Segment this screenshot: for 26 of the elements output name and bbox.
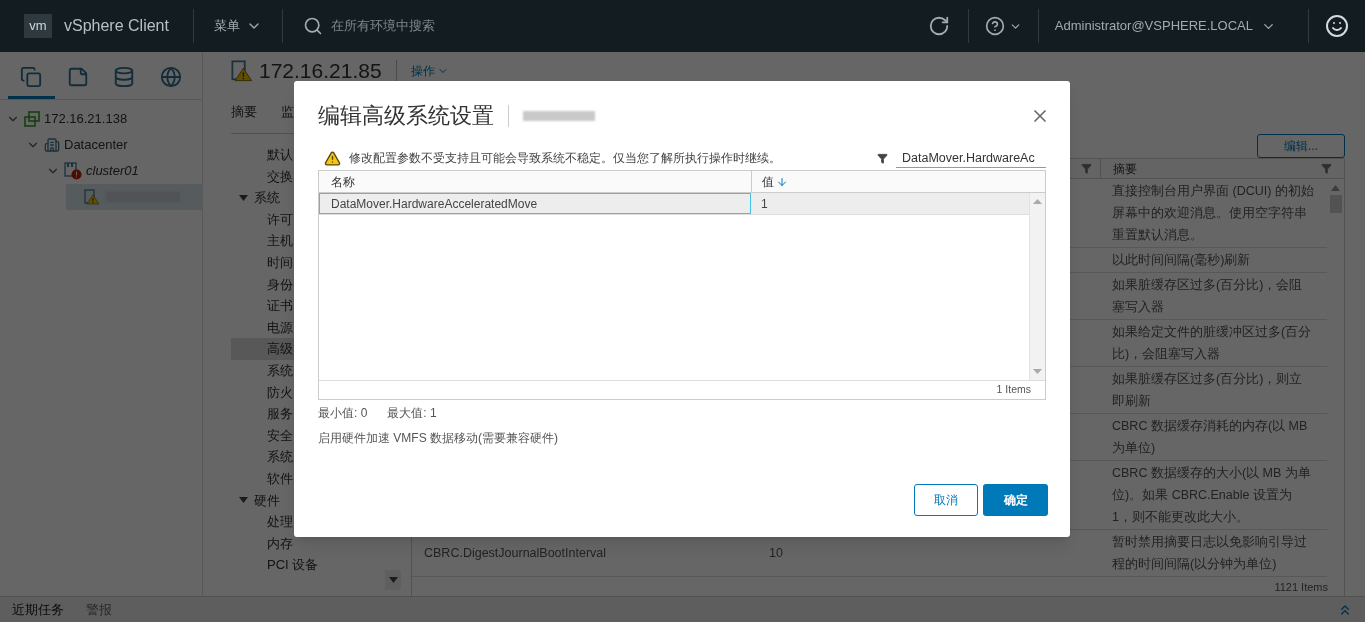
tree-label: Datacenter [64, 136, 128, 155]
max-value: 最大值: 1 [387, 405, 437, 422]
warning-text: 修改配置参数不受支持且可能会导致系统不稳定。仅当您了解所执行操作时继续。 [349, 150, 781, 167]
table-cell-text: 以此时间间隔(毫秒)刷新 [1111, 252, 1252, 269]
table-cell-text: 直接控制台用户界面 (DCUI) 的初始屏幕中的欢迎消息。使用空字符串重置默认消息。 [1111, 183, 1315, 244]
tree-label: 172.16.21.138 [44, 110, 128, 129]
grid-cell-text: 1 [760, 195, 769, 213]
dialog-title: 编辑高级系统设置 [318, 102, 494, 130]
settings-group-label: 系统 [254, 191, 280, 205]
app-name: vSphere Client [64, 16, 169, 36]
table-cell-text: 10 [769, 544, 783, 562]
object-title: 172.16.21.85 [259, 58, 382, 85]
item-count: 1 Items [996, 382, 1031, 398]
tree-label: cluster01 [86, 162, 139, 181]
table-cell-text: 暂时禁用摘要日志以免影响引导过程的时间间隔(以分钟为单位) [1111, 534, 1308, 573]
settings-group-label: 硬件 [254, 493, 280, 507]
table-cell-text: 如果给定文件的脏缓冲区过多(百分比)，会阻塞写入器 [1111, 324, 1313, 363]
table-cell-text: CBRC.DigestJournalBootInterval [424, 544, 607, 562]
table-cell-text: 如果脏缓存区过多(百分比)，则立即刷新 [1111, 371, 1304, 410]
table-cell-text: 如果脏缓存区过多(百分比)，会阻塞写入器 [1111, 277, 1304, 316]
table-cell-text: CBRC 数据缓存消耗的内存(以 MB 为单位) [1111, 418, 1309, 457]
item-count: 1121 Items [1274, 579, 1328, 595]
min-value: 最小值: 0 [318, 405, 368, 422]
table-cell-text: CBRC 数据缓存的大小(以 MB 为单位)。如果 CBRC.Enable 设置为 1，则不能更改此大小。 [1111, 465, 1312, 526]
grid-cell: DataMover.HardwareAcceleratedMove [319, 193, 751, 214]
setting-description: 启用硬件加速 VMFS 数据移动(需要兼容硬件) [318, 430, 559, 447]
